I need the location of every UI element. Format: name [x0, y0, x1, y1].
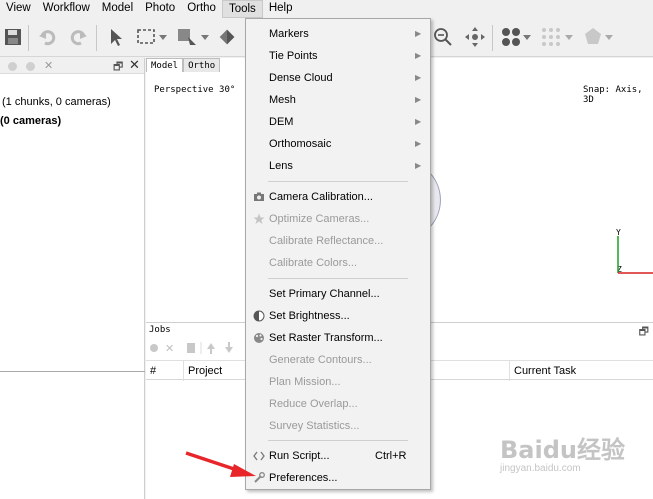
tab-model[interactable]: Model	[146, 58, 184, 72]
menu-view[interactable]: View	[0, 0, 37, 18]
code-icon	[253, 451, 265, 461]
palette-icon	[254, 333, 264, 343]
submenu-arrow-icon: ▶	[415, 73, 422, 82]
run-script-shortcut: Ctrl+R	[375, 450, 407, 462]
menu-item-calibrate-colors[interactable]: Calibrate Colors...	[246, 252, 430, 274]
menu-item-calibrate-reflectance[interactable]: Calibrate Reflectance...	[246, 230, 430, 252]
wand-star-icon	[253, 213, 265, 224]
snap-label: Snap: Axis, 3D	[583, 85, 643, 105]
wrench-icon	[254, 472, 265, 483]
perspective-label: Perspective 30°	[154, 85, 236, 95]
float-panel-icon[interactable]: 🗗	[113, 58, 123, 77]
menu-item-markers[interactable]: Markers ▶	[246, 23, 430, 45]
workspace-panel-header: ✕ 🗗 ✕	[0, 57, 144, 77]
menu-item-set-raster-transform[interactable]: Set Raster Transform...	[246, 327, 430, 349]
move-view-icon[interactable]	[464, 26, 486, 48]
menu-item-run-script[interactable]: Run Script... Ctrl+R	[246, 445, 430, 467]
redo-icon[interactable]	[68, 26, 90, 48]
panel-divider	[0, 371, 145, 372]
view-tabs: Model Ortho	[146, 58, 221, 72]
menu-item-preferences[interactable]: Preferences...	[246, 467, 430, 489]
submenu-arrow-icon: ▶	[415, 95, 422, 104]
menu-workflow[interactable]: Workflow	[37, 0, 96, 18]
submenu-arrow-icon: ▶	[415, 139, 422, 148]
undo-icon[interactable]	[36, 26, 58, 48]
baidu-watermark-logo: Baidu经验 jingyan.baidu.com	[500, 436, 625, 474]
menu-item-generate-contours[interactable]: Generate Contours...	[246, 349, 430, 371]
menu-item-dense-cloud[interactable]: Dense Cloud ▶	[246, 67, 430, 89]
cameras-dropdown-chevron-icon[interactable]	[522, 26, 532, 48]
submenu-arrow-icon: ▶	[415, 51, 422, 60]
rectangle-selection-icon[interactable]	[136, 26, 158, 48]
tab-ortho[interactable]: Ortho	[183, 58, 221, 72]
menu-item-set-primary-channel[interactable]: Set Primary Channel...	[246, 283, 430, 305]
submenu-arrow-icon: ▶	[415, 117, 422, 126]
region-dropdown-chevron-icon[interactable]	[200, 26, 210, 48]
menu-item-plan-mission[interactable]: Plan Mission...	[246, 371, 430, 393]
delete-job-icon	[187, 343, 195, 353]
menu-item-orthomosaic[interactable]: Orthomosaic ▶	[246, 133, 430, 155]
axis-gizmo	[617, 236, 653, 274]
shapes-dropdown-chevron-icon[interactable]	[604, 26, 614, 48]
menu-model[interactable]: Model	[96, 0, 139, 18]
pointer-icon[interactable]	[104, 26, 126, 48]
remove-item-icon[interactable]: ✕	[44, 59, 53, 72]
menu-item-camera-calibration[interactable]: Camera Calibration...	[246, 186, 430, 208]
show-markers-grid-icon[interactable]	[540, 26, 562, 48]
brightness-icon	[253, 310, 265, 322]
zoom-out-icon[interactable]	[432, 26, 454, 48]
start-job-icon	[150, 344, 158, 352]
submenu-arrow-icon: ▶	[415, 161, 422, 170]
menu-ortho[interactable]: Ortho	[181, 0, 222, 18]
column-current-task[interactable]: Current Task	[510, 361, 653, 381]
menu-bar: View Workflow Model Photo Ortho Tools He…	[0, 0, 653, 18]
workspace-summary: (1 chunks, 0 cameras)	[2, 96, 111, 108]
menu-item-tie-points[interactable]: Tie Points ▶	[246, 45, 430, 67]
resize-region-icon[interactable]	[176, 26, 198, 48]
markers-dropdown-chevron-icon[interactable]	[564, 26, 574, 48]
menu-item-survey-statistics[interactable]: Survey Statistics...	[246, 415, 430, 437]
menu-item-optimize-cameras[interactable]: Optimize Cameras...	[246, 208, 430, 230]
jobs-panel-title: Jobs	[149, 325, 171, 335]
chunk-item[interactable]: (0 cameras)	[0, 115, 61, 127]
tools-menu: Markers ▶ Tie Points ▶ Dense Cloud ▶ Mesh ▶ …	[245, 18, 431, 490]
camera-icon	[254, 192, 264, 201]
workspace-panel: ✕ 🗗 ✕ (1 chunks, 0 cameras) (0 cameras)	[0, 57, 145, 499]
submenu-arrow-icon: ▶	[415, 29, 422, 38]
menu-item-dem[interactable]: DEM ▶	[246, 111, 430, 133]
menu-item-set-brightness[interactable]: Set Brightness...	[246, 305, 430, 327]
rotate-object-icon[interactable]	[216, 26, 238, 48]
column-number[interactable]: #	[146, 361, 184, 381]
close-panel-icon[interactable]: ✕	[129, 57, 140, 73]
menu-photo[interactable]: Photo	[139, 0, 181, 18]
add-chunk-icon[interactable]	[8, 62, 17, 71]
selection-dropdown-chevron-icon[interactable]	[158, 26, 168, 48]
menu-separator	[268, 181, 408, 182]
menu-help[interactable]: Help	[263, 0, 299, 18]
menu-item-lens[interactable]: Lens ▶	[246, 155, 430, 177]
shapes-icon[interactable]	[582, 26, 604, 48]
menu-separator	[268, 278, 408, 279]
menu-tools[interactable]: Tools	[221, 0, 263, 18]
menu-item-reduce-overlap[interactable]: Reduce Overlap...	[246, 393, 430, 415]
menu-item-mesh[interactable]: Mesh ▶	[246, 89, 430, 111]
save-icon[interactable]	[2, 26, 24, 48]
jobs-float-icon[interactable]: 🗗	[639, 323, 649, 342]
stop-job-icon: ✕	[165, 342, 174, 355]
menu-separator	[268, 440, 408, 441]
jobs-toolbar: ✕	[149, 341, 249, 355]
show-cameras-grid-icon[interactable]	[500, 26, 522, 48]
add-photos-icon[interactable]	[26, 62, 35, 71]
